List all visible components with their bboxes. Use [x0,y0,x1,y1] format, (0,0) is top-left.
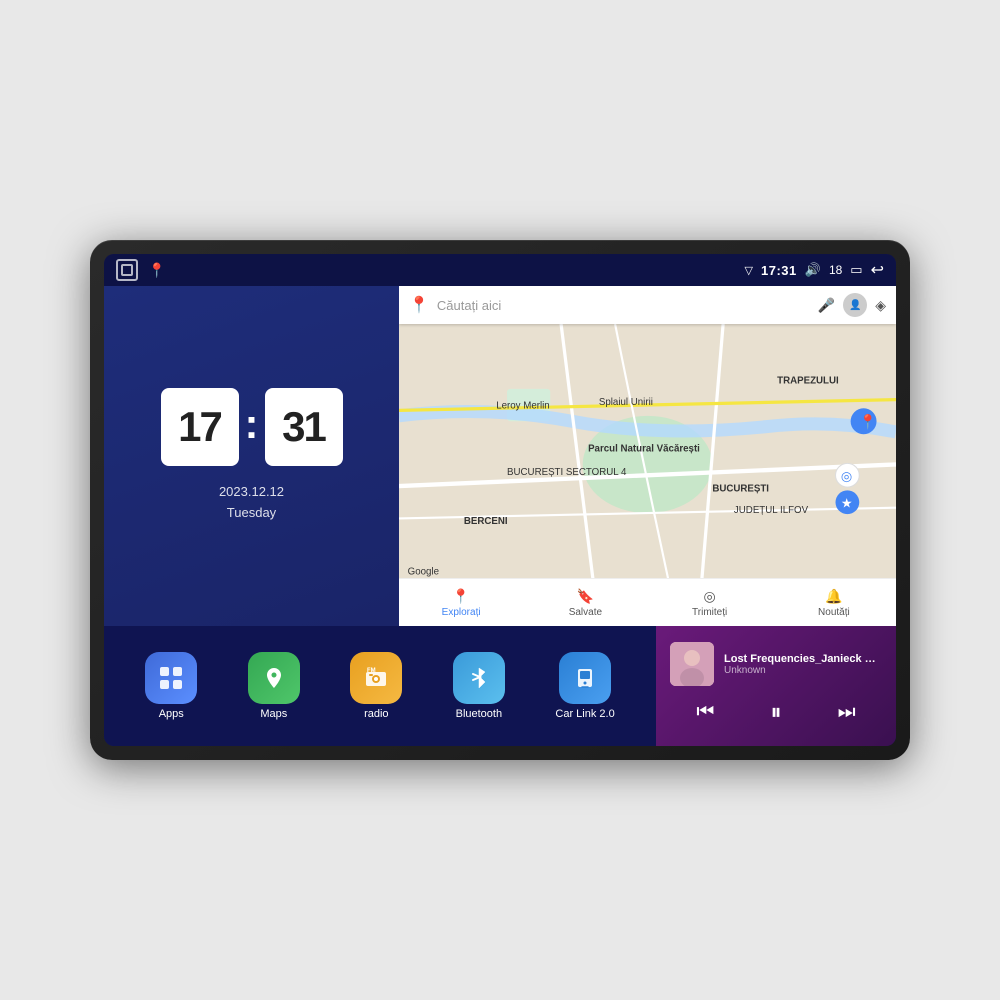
status-bar-right: ▽ 17:31 🔊 18 ▭ ↩ [745,260,884,280]
saved-icon: 🔖 [577,588,594,605]
app-item-radio[interactable]: FM radio [350,652,402,720]
screen: 📍 ▽ 17:31 🔊 18 ▭ ↩ 17 : 31 [104,254,896,746]
app-item-bluetooth[interactable]: Bluetooth [453,652,505,720]
svg-text:Leroy Merlin: Leroy Merlin [496,400,549,411]
signal-icon: ▽ [745,264,753,277]
music-player: Lost Frequencies_Janieck Devy-... Unknow… [656,626,896,746]
app-item-maps[interactable]: Maps [248,652,300,720]
map-search-input[interactable]: Căutați aici [437,298,810,313]
map-tab-saved[interactable]: 🔖 Salvate [523,588,647,618]
main-content: 17 : 31 2023.12.12 Tuesday 📍 Căutați aic… [104,286,896,746]
clock-panel: 17 : 31 2023.12.12 Tuesday [104,286,399,626]
app-item-carlink[interactable]: Car Link 2.0 [555,652,614,720]
map-tab-share[interactable]: ◎ Trimiteți [648,588,772,618]
saved-label: Salvate [569,607,602,618]
news-icon: 🔔 [825,588,842,605]
music-text: Lost Frequencies_Janieck Devy-... Unknow… [724,653,882,676]
album-art [670,642,714,686]
map-user-avatar[interactable]: 👤 [843,293,867,317]
clock-hours: 17 [161,388,239,466]
map-mic-icon[interactable]: 🎤 [818,297,835,314]
map-layers-icon[interactable]: ◈ [875,297,886,314]
map-footer: 📍 Explorați 🔖 Salvate ◎ Trimiteți 🔔 [399,578,896,626]
app-icons-area: Apps Maps [104,626,656,746]
explore-icon: 📍 [452,588,469,605]
carlink-label: Car Link 2.0 [555,708,614,720]
svg-text:BUCUREȘTI: BUCUREȘTI [712,483,769,494]
home-button[interactable] [116,259,138,281]
music-info: Lost Frequencies_Janieck Devy-... Unknow… [670,642,882,686]
bluetooth-icon [453,652,505,704]
car-head-unit: 📍 ▽ 17:31 🔊 18 ▭ ↩ 17 : 31 [90,240,910,760]
battery-level: 18 [829,263,842,277]
svg-text:BERCENI: BERCENI [464,516,508,527]
svg-text:BUCUREȘTI SECTORUL 4: BUCUREȘTI SECTORUL 4 [507,467,627,478]
next-button[interactable]: ⏭ [829,694,865,730]
svg-text:★: ★ [841,496,853,511]
apps-icon [145,652,197,704]
top-section: 17 : 31 2023.12.12 Tuesday 📍 Căutați aic… [104,286,896,626]
clock-display: 17 : 31 [161,388,343,466]
music-title: Lost Frequencies_Janieck Devy-... [724,653,882,665]
battery-icon: ▭ [850,262,862,278]
music-artist: Unknown [724,665,882,676]
explore-label: Explorați [442,607,481,618]
clock-minutes: 31 [265,388,343,466]
map-tab-explore[interactable]: 📍 Explorați [399,588,523,618]
back-button[interactable]: ↩ [871,260,884,280]
svg-text:📍: 📍 [859,414,876,431]
bottom-section: Apps Maps [104,626,896,746]
bluetooth-label: Bluetooth [456,708,502,720]
map-header: 📍 Căutați aici 🎤 👤 ◈ [399,286,896,324]
map-logo-icon: 📍 [409,295,429,315]
status-bar: 📍 ▽ 17:31 🔊 18 ▭ ↩ [104,254,896,286]
music-thumbnail [670,642,714,686]
maps-icon [248,652,300,704]
svg-text:Splaiul Unirii: Splaiul Unirii [599,397,653,408]
map-view: Parcul Natural Văcărești Leroy Merlin BU… [399,324,896,583]
app-item-apps[interactable]: Apps [145,652,197,720]
apps-label: Apps [159,708,184,720]
status-time: 17:31 [761,263,797,278]
svg-text:FM: FM [367,668,376,674]
status-bar-left: 📍 [116,259,165,281]
clock-date: 2023.12.12 Tuesday [219,482,284,524]
carlink-icon [559,652,611,704]
share-label: Trimiteți [692,607,727,618]
music-controls: ⏮ ⏸ ⏭ [670,694,882,730]
news-label: Noutăți [818,607,850,618]
map-panel[interactable]: 📍 Căutați aici 🎤 👤 ◈ [399,286,896,626]
svg-text:◎: ◎ [841,469,852,484]
radio-label: radio [364,708,388,720]
share-icon: ◎ [704,588,716,605]
prev-button[interactable]: ⏮ [687,694,723,730]
volume-icon: 🔊 [805,262,821,278]
clock-colon: : [245,403,259,445]
map-tab-news[interactable]: 🔔 Noutăți [772,588,896,618]
svg-text:Parcul Natural Văcărești: Parcul Natural Văcărești [588,443,700,454]
maps-status-icon: 📍 [148,262,165,279]
play-pause-button[interactable]: ⏸ [758,694,794,730]
maps-label: Maps [260,708,287,720]
svg-text:TRAPEZULUI: TRAPEZULUI [777,375,839,386]
svg-text:Google: Google [408,567,439,578]
radio-icon: FM [350,652,402,704]
svg-text:JUDEȚUL ILFOV: JUDEȚUL ILFOV [734,505,809,516]
